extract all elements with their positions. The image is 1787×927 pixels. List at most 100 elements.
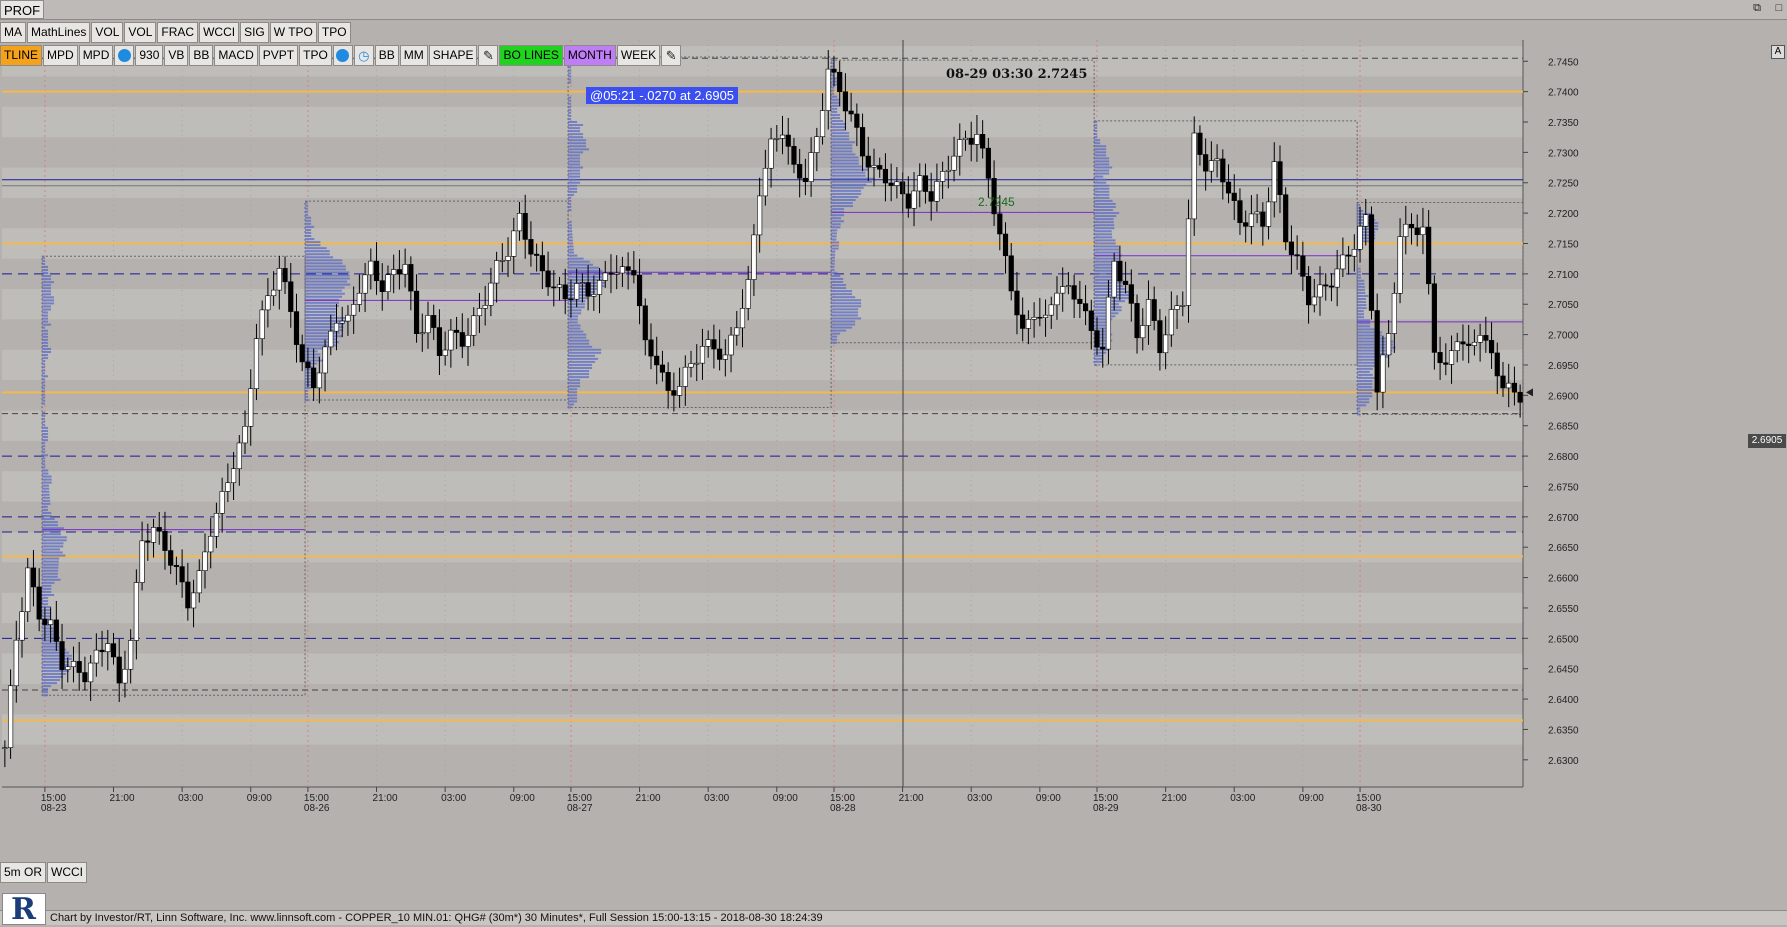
toolbar-button-bb[interactable]: BB bbox=[189, 45, 213, 66]
drop-icon bbox=[118, 49, 131, 62]
clock-button[interactable]: ◷ bbox=[354, 45, 374, 66]
profile-bar bbox=[42, 439, 48, 441]
toolbar-button-bo-lines[interactable]: BO LINES bbox=[499, 45, 562, 66]
study-button-5m-or[interactable]: 5m OR bbox=[0, 862, 46, 883]
profile-bar bbox=[568, 400, 577, 402]
candle-body bbox=[1249, 214, 1254, 226]
pencil-button[interactable]: ✎ bbox=[661, 45, 681, 66]
profile-bar bbox=[831, 266, 834, 268]
toolbar-button-vol[interactable]: VOL bbox=[91, 22, 123, 43]
profile-bar bbox=[568, 191, 577, 193]
toolbar-button-vb[interactable]: VB bbox=[164, 45, 188, 66]
toolbar-button-ma[interactable]: MA bbox=[0, 22, 26, 43]
profile-bar bbox=[1094, 227, 1114, 229]
price-tick-label: 2.6300 bbox=[1548, 756, 1579, 767]
price-tick-label: 2.6500 bbox=[1548, 634, 1579, 645]
candle-body bbox=[1255, 212, 1260, 214]
profile-bar bbox=[831, 305, 861, 307]
study-button-wcci[interactable]: WCCI bbox=[47, 862, 87, 883]
candle-body bbox=[717, 349, 722, 359]
candle-body bbox=[1369, 215, 1374, 311]
profile-bar bbox=[1094, 139, 1100, 141]
toolbar-button-mm[interactable]: MM bbox=[400, 45, 428, 66]
toolbar-button-tpo[interactable]: TPO bbox=[299, 45, 332, 66]
profile-bar bbox=[1094, 157, 1109, 159]
candle-body bbox=[614, 273, 619, 274]
candle-body bbox=[1015, 291, 1020, 315]
candle-body bbox=[1421, 227, 1426, 235]
profile-bar bbox=[1094, 203, 1116, 205]
toolbar-button-frac[interactable]: FRAC bbox=[157, 22, 198, 43]
profile-bar bbox=[1357, 289, 1365, 291]
candle-body bbox=[1243, 223, 1248, 227]
toolbar-button-macd[interactable]: MACD bbox=[214, 45, 257, 66]
profile-bar bbox=[568, 200, 571, 202]
candle-body bbox=[517, 213, 522, 231]
profile-bar bbox=[305, 214, 308, 216]
profile-bar bbox=[831, 320, 855, 322]
candle-body bbox=[729, 335, 734, 355]
toolbar-button-mpd[interactable]: MPD bbox=[79, 45, 114, 66]
toolbar-button-sig[interactable]: SIG bbox=[240, 22, 269, 43]
candle-body bbox=[123, 669, 128, 683]
profile-bar bbox=[42, 524, 58, 526]
profile-bar bbox=[42, 445, 45, 447]
candle-body bbox=[883, 169, 888, 183]
price-tick-label: 2.7000 bbox=[1548, 331, 1579, 342]
candle-body bbox=[111, 644, 116, 657]
toolbar-button-bb[interactable]: BB bbox=[375, 45, 399, 66]
profile-bar bbox=[1357, 407, 1360, 409]
toolbar-button-pvpt[interactable]: PVPT bbox=[259, 45, 298, 66]
toolbar-button-tpo[interactable]: TPO bbox=[318, 22, 351, 43]
candle-body bbox=[420, 333, 425, 334]
price-tick-label: 2.6650 bbox=[1548, 543, 1579, 554]
candle-body bbox=[1403, 224, 1408, 236]
candle-body bbox=[895, 182, 900, 186]
candle-body bbox=[832, 69, 837, 72]
chart-canvas[interactable]: 2.74502.74002.73502.73002.72502.72002.71… bbox=[0, 0, 1787, 925]
profile-bar bbox=[42, 597, 48, 599]
profile-bar bbox=[42, 606, 51, 608]
corner-label[interactable]: A bbox=[1771, 45, 1785, 59]
candle-body bbox=[1335, 269, 1340, 287]
profile-bar bbox=[42, 609, 51, 611]
toolbar-button-week[interactable]: WEEK bbox=[617, 45, 660, 66]
time-tick-label: 09:00 bbox=[247, 793, 272, 804]
price-annotation[interactable]: @05:21 -.0270 at 2.6905 bbox=[586, 87, 738, 104]
toolbar-button-mathlines[interactable]: MathLines bbox=[27, 22, 90, 43]
profile-bar bbox=[568, 382, 580, 384]
profile-bar bbox=[42, 330, 48, 332]
profile-bar bbox=[568, 100, 571, 102]
toolbar-button-vol[interactable]: VOL bbox=[124, 22, 156, 43]
toolbar-button-tline[interactable]: TLINE bbox=[0, 45, 42, 66]
toolbar-button-month[interactable]: MONTH bbox=[564, 45, 616, 66]
profile-bar bbox=[831, 317, 861, 319]
pencil-button[interactable]: ✎ bbox=[478, 45, 498, 66]
toolbar-button-w-tpo[interactable]: W TPO bbox=[270, 22, 317, 43]
maximize-icon[interactable]: □ bbox=[1773, 2, 1785, 14]
candle-body bbox=[1203, 155, 1208, 172]
profile-bar bbox=[568, 106, 571, 108]
profile-bar bbox=[42, 691, 48, 693]
candle-body bbox=[243, 426, 248, 443]
profile-bar bbox=[42, 357, 48, 359]
toolbar-button-930[interactable]: 930 bbox=[135, 45, 163, 66]
drop-button[interactable] bbox=[333, 45, 353, 66]
profile-bar bbox=[42, 333, 48, 335]
profile-bar bbox=[42, 588, 51, 590]
restore-icon[interactable]: ⧉ bbox=[1751, 2, 1763, 14]
toolbar-button-mpd[interactable]: MPD bbox=[43, 45, 78, 66]
candle-body bbox=[849, 111, 854, 114]
candle-body bbox=[797, 164, 802, 178]
candle-body bbox=[65, 667, 70, 670]
profile-bar bbox=[831, 105, 840, 107]
profile-bar bbox=[42, 600, 48, 602]
candle-body bbox=[1283, 195, 1288, 242]
profile-bar bbox=[831, 202, 853, 204]
profile-bar bbox=[305, 220, 311, 222]
profile-bar bbox=[568, 352, 601, 354]
profile-bar bbox=[568, 236, 573, 238]
toolbar-button-shape[interactable]: SHAPE bbox=[429, 45, 478, 66]
drop-button[interactable] bbox=[114, 45, 134, 66]
toolbar-button-wcci[interactable]: WCCI bbox=[199, 22, 239, 43]
